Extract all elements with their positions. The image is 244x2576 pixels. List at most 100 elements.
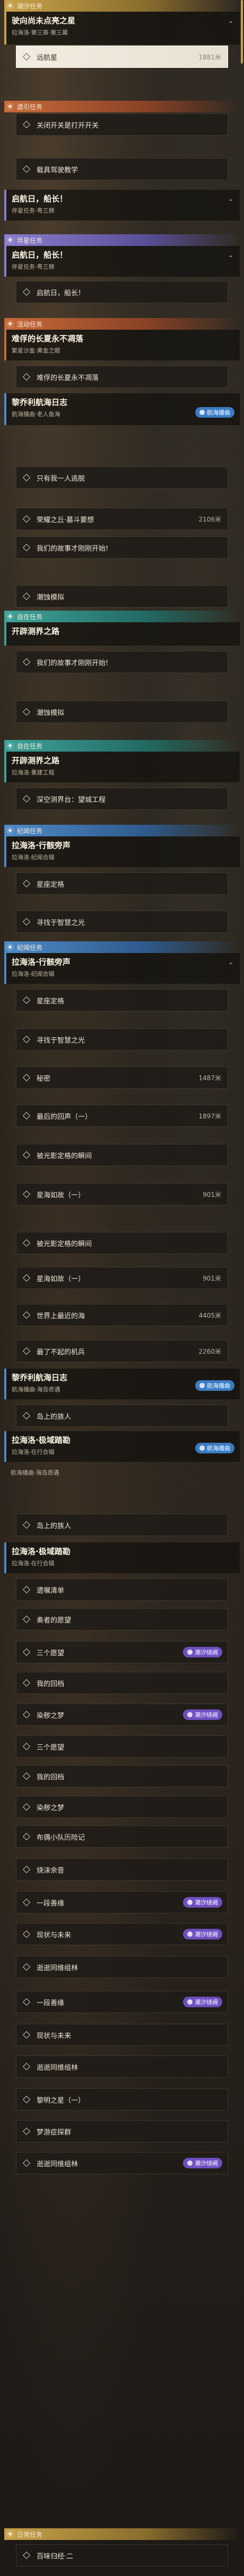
step-label: 最后的回声（一） bbox=[37, 1113, 92, 1121]
quest-step[interactable]: 三个愿望 bbox=[16, 1735, 228, 1758]
quest-step[interactable]: 潮蚀模拟 bbox=[16, 585, 228, 607]
section-banxing[interactable]: ◆ 伴星任务 bbox=[4, 234, 240, 246]
quest-step[interactable]: 世界上最近的海 4405米 bbox=[16, 1304, 228, 1326]
quest-step[interactable]: 被光影定格的瞬间 bbox=[16, 1144, 228, 1166]
quest-step[interactable]: 难俘的长夏永不凋落 bbox=[16, 366, 228, 388]
quest-step[interactable]: 只有我一人逃脱 bbox=[16, 466, 228, 489]
section-chaosu[interactable]: ◆ 潮汐任务 bbox=[4, 0, 240, 12]
quest-step[interactable]: 一段善缘 潮汐绕阙 bbox=[16, 1891, 228, 1913]
step-label: 被光影定格的瞬间 bbox=[37, 1152, 92, 1160]
diamond-icon bbox=[22, 1615, 31, 1624]
quest-title: 拉海洛·行骸旁声 bbox=[12, 841, 71, 850]
quest-step[interactable]: 岛上的族人 bbox=[16, 1514, 228, 1536]
quest-card[interactable]: 开辟测界之路 拉海洛·重建工程 bbox=[4, 752, 240, 782]
quest-step[interactable]: 布偶小队历险记 bbox=[16, 1825, 228, 1848]
section-zizai-2[interactable]: ◆ 自在任务 bbox=[4, 740, 240, 752]
section-xianshi[interactable]: ◆ 遗引任务 bbox=[4, 101, 240, 112]
step-label: 关闭开关是打开开关 bbox=[37, 121, 99, 130]
section-label: 自在任务 bbox=[17, 613, 43, 621]
quest-step[interactable]: 深空测界台：望城工程 bbox=[16, 788, 228, 810]
quest-step[interactable]: 三个愿望 潮汐绕阙 bbox=[16, 1641, 228, 1663]
quest-card[interactable]: 驶向尚未点亮之星 拉海洛·第三章·第三幕 ⌃ bbox=[4, 12, 240, 45]
quest-step[interactable]: 逝逝同维组林 bbox=[16, 1956, 228, 1978]
step-label: 逝逝同维组林 bbox=[37, 2063, 79, 2072]
quest-step[interactable]: 秘密 1487米 bbox=[16, 1066, 228, 1089]
quest-step[interactable]: 现状与未来 bbox=[16, 2024, 228, 2046]
diamond-icon bbox=[22, 2159, 31, 2167]
step-label: 百味归经·二 bbox=[37, 2552, 74, 2561]
step-label: 星座定格 bbox=[37, 997, 65, 1005]
step-label: 载具驾驶教学 bbox=[37, 166, 79, 174]
quest-step[interactable]: 岛上的族人 bbox=[16, 1405, 228, 1427]
step-distance: 1487米 bbox=[198, 1074, 221, 1082]
quest-subtitle: 拉海洛·在行合辑 bbox=[12, 1560, 55, 1567]
section-huodong[interactable]: ◆ 活动任务 bbox=[4, 318, 240, 330]
diamond-icon bbox=[22, 1742, 31, 1751]
quest-card[interactable]: 拉海洛·极域踏勘 拉海洛·在行合辑 航海播曲 bbox=[4, 1431, 240, 1462]
quest-step[interactable]: 黎明之星（一） bbox=[16, 2088, 228, 2111]
quest-step[interactable]: 染秽之梦 bbox=[16, 1796, 228, 1818]
quest-step[interactable]: 我的回档 bbox=[16, 1765, 228, 1787]
quest-card[interactable]: 拉海洛·行骸旁声 拉海洛·纪闻合辑 ⌃ bbox=[4, 953, 240, 984]
quest-step[interactable]: 被光影定格的瞬间 bbox=[16, 1232, 228, 1254]
quest-step[interactable]: 最了不起的机兵 2260米 bbox=[16, 1340, 228, 1362]
diamond-icon bbox=[22, 120, 31, 129]
chevron-up-icon[interactable]: ⌃ bbox=[228, 254, 233, 262]
section-jihang[interactable]: ◆ 纪闻任务 bbox=[4, 825, 240, 836]
quest-step[interactable]: 寻找于智慧之光 bbox=[16, 1028, 228, 1051]
quest-step[interactable]: 我的回档 bbox=[16, 1672, 228, 1694]
quest-step[interactable]: 一段善缘 潮汐绕阙 bbox=[16, 1991, 228, 2013]
quest-card[interactable]: 拉海洛·行骸旁声 拉海洛·纪闻合辑 bbox=[4, 836, 240, 867]
step-label: 现状与未来 bbox=[37, 2032, 72, 2040]
chevron-up-icon[interactable]: ⌃ bbox=[228, 961, 233, 969]
quest-step[interactable]: 载具驾驶教学 bbox=[16, 158, 228, 180]
quest-step[interactable]: 我们的故事才刚刚开始! bbox=[16, 651, 228, 673]
quest-step[interactable]: 寻找于智慧之光 bbox=[16, 911, 228, 933]
quest-card[interactable]: 难俘的长夏永不凋落 繁星沙盒·黄金之眼 bbox=[4, 330, 240, 360]
quest-step[interactable]: 梦游症探群 bbox=[16, 2120, 228, 2142]
quest-card[interactable]: 拉海洛·极域踏勘 拉海洛·在行合辑 bbox=[4, 1542, 240, 1573]
quest-step[interactable]: 染秽之梦 潮汐绕阙 bbox=[16, 1704, 228, 1726]
quest-card[interactable]: 黎乔利航海日志 航海播曲·海岛奇遇 航海播曲 bbox=[4, 1369, 240, 1399]
diamond-icon bbox=[22, 1411, 31, 1420]
quest-step[interactable]: 最后的回声（一） 1897米 bbox=[16, 1105, 228, 1127]
quest-title: 开辟测界之路 bbox=[12, 756, 60, 765]
chevron-up-icon[interactable]: ⌃ bbox=[228, 20, 233, 28]
quest-step[interactable]: 百味归经·二 bbox=[16, 2544, 228, 2566]
quest-step[interactable]: 遗嘱清单 bbox=[16, 1578, 228, 1601]
quest-card[interactable]: 启航日，船长！ 伴星任务·粤三狮 ⌃ bbox=[4, 190, 240, 220]
quest-card[interactable]: 黎乔利航海日志 航海播曲·老人鱼海 航海播曲 bbox=[4, 393, 240, 425]
quest-step[interactable]: 潮蚀模拟 bbox=[16, 701, 228, 723]
quest-step[interactable]: 奏者的愿望 bbox=[16, 1608, 228, 1630]
scrollbar-thumb[interactable] bbox=[241, 0, 243, 64]
diamond-icon bbox=[22, 1239, 31, 1247]
quest-step[interactable]: 星海如故（一） 901米 bbox=[16, 1267, 228, 1289]
quest-step[interactable]: 我们的故事才刚刚开始! bbox=[16, 536, 228, 559]
step-label: 潮蚀模拟 bbox=[37, 709, 65, 717]
section-label: 自在任务 bbox=[17, 742, 43, 750]
step-label: 星海如故（一） bbox=[37, 1275, 85, 1283]
quest-step[interactable]: 逝逝同维组林 潮汐绕阙 bbox=[16, 2152, 228, 2174]
chevron-up-icon[interactable]: ⌃ bbox=[228, 198, 233, 206]
quest-step[interactable]: 星座定格 bbox=[16, 989, 228, 1011]
quest-step[interactable]: 星座定格 bbox=[16, 872, 228, 895]
quest-step[interactable]: 荣耀之丘·墓斗要想 2106米 bbox=[16, 508, 228, 530]
section-richang[interactable]: ◆ 日常任务 bbox=[4, 2528, 240, 2540]
quest-card[interactable]: 启航日，船长！ 伴星任务·粤三狮 ⌃ bbox=[4, 246, 240, 277]
quest-step[interactable]: 启航日，船长！ bbox=[16, 281, 228, 303]
quest-step[interactable]: 星海如故（一） 901米 bbox=[16, 1183, 228, 1205]
diamond-icon bbox=[22, 2095, 31, 2104]
section-zizai[interactable]: ◆ 自在任务 bbox=[4, 611, 240, 622]
step-label: 世界上最近的海 bbox=[37, 1312, 85, 1320]
step-label: 深空测界台：望城工程 bbox=[37, 796, 106, 804]
section-jihang-2[interactable]: ◆ 纪闻任务 bbox=[4, 941, 240, 953]
section-label: 遗引任务 bbox=[17, 103, 43, 111]
quest-card[interactable]: 开辟测界之路 bbox=[4, 622, 240, 646]
quest-step[interactable]: 关闭开关是打开开关 bbox=[16, 113, 228, 136]
quest-step[interactable]: 烧沫余音 bbox=[16, 1858, 228, 1881]
quest-step[interactable]: 逝逝同维组林 bbox=[16, 2055, 228, 2078]
step-label: 星座定格 bbox=[37, 880, 65, 889]
category-tag: 潮汐绕阙 bbox=[183, 1709, 222, 1720]
quest-step[interactable]: 现状与未来 潮汐绕阙 bbox=[16, 1923, 228, 1945]
quest-step[interactable]: 远航星 1881米 bbox=[16, 46, 228, 68]
